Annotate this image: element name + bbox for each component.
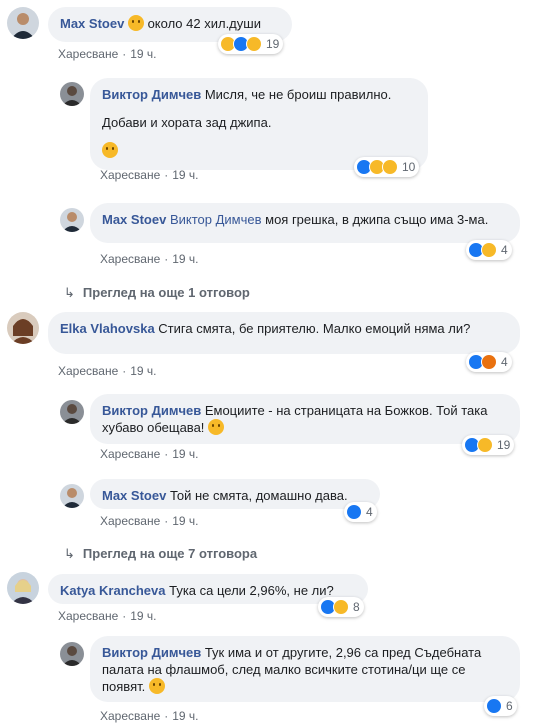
avatar[interactable] (60, 642, 84, 666)
reaction-count: 8 (353, 600, 360, 614)
comment-text: Той не смята, домашно дава. (169, 488, 348, 503)
avatar[interactable] (60, 208, 84, 232)
comment-author[interactable]: Виктор Димчев (102, 645, 201, 660)
reaction-summary[interactable]: 4 (466, 352, 512, 372)
view-more-label[interactable]: Преглед на още 1 отговор (83, 285, 250, 300)
comment-text: Тука са цели 2,96%, не ли? (169, 583, 334, 598)
reaction-summary[interactable]: 10 (354, 157, 420, 177)
reaction-summary[interactable]: 4 (344, 502, 377, 522)
comment-author[interactable]: Max Stoev (102, 212, 166, 227)
avatar[interactable] (7, 312, 39, 344)
comment-author[interactable]: Max Stoev (60, 16, 124, 31)
comment-text: около 42 хил.души (147, 16, 261, 31)
like-link[interactable]: Харесване (100, 447, 160, 461)
reply-arrow-icon: ↳ (64, 285, 75, 300)
reaction-count: 19 (266, 37, 280, 51)
timestamp[interactable]: 19 ч. (172, 709, 198, 723)
like-link[interactable]: Харесване (100, 252, 160, 266)
reaction-summary[interactable]: 8 (318, 597, 364, 617)
angry-icon (481, 354, 497, 370)
mention-link[interactable]: Виктор Димчев (170, 212, 262, 227)
smile-emoji-icon (208, 419, 225, 435)
comment-bubble: Max Stoev Виктор Димчев моя грешка, в дж… (90, 203, 520, 243)
comment-bubble: Elka Vlahovska Стига смята, бе приятелю.… (48, 312, 520, 354)
timestamp[interactable]: 19 ч. (130, 47, 156, 61)
view-more-replies[interactable]: ↳ Преглед на още 7 отговора (64, 546, 257, 562)
timestamp[interactable]: 19 ч. (172, 447, 198, 461)
comment-author[interactable]: Max Stoev (102, 488, 166, 503)
comment-text-line2: Добави и хората зад джипа. (102, 115, 272, 130)
care-icon (382, 159, 398, 175)
comment-bubble: Виктор Димчев Емоциите - на страницата н… (90, 394, 520, 444)
reaction-summary[interactable]: 19 (218, 34, 284, 54)
avatar[interactable] (60, 82, 84, 106)
comment-text: Мисля, че не броиш правилно. (204, 87, 392, 102)
reaction-count: 19 (497, 438, 511, 452)
comment-author[interactable]: Elka Vlahovska (60, 321, 155, 336)
smile-emoji-icon (102, 142, 118, 158)
comment-meta: Харесване · 19 ч. (100, 252, 199, 266)
comment-bubble: Max Stoev Той не смята, домашно дава. (90, 479, 380, 509)
comment-meta: Харесване · 19 ч. (58, 609, 157, 623)
timestamp[interactable]: 19 ч. (172, 168, 198, 182)
haha-icon (477, 437, 493, 453)
timestamp[interactable]: 19 ч. (172, 514, 198, 528)
like-link[interactable]: Харесване (58, 364, 118, 378)
like-icon (486, 698, 502, 714)
comment-text: Стига смята, бе приятелю. Малко емоций н… (158, 321, 471, 336)
reaction-count: 4 (366, 505, 373, 519)
timestamp[interactable]: 19 ч. (130, 609, 156, 623)
haha-icon (481, 242, 497, 258)
thinking-emoji-icon (127, 15, 144, 31)
like-link[interactable]: Харесване (100, 168, 160, 182)
reply-arrow-icon: ↳ (64, 546, 75, 561)
comment-meta: Харесване · 19 ч. (100, 514, 199, 528)
like-icon (346, 504, 362, 520)
timestamp[interactable]: 19 ч. (130, 364, 156, 378)
reaction-summary[interactable]: 4 (466, 240, 512, 260)
avatar[interactable] (7, 7, 39, 39)
comment-author[interactable]: Виктор Димчев (102, 403, 201, 418)
view-more-replies[interactable]: ↳ Преглед на още 1 отговор (64, 285, 250, 301)
reaction-count: 6 (506, 699, 513, 713)
avatar[interactable] (60, 400, 84, 424)
reaction-summary[interactable]: 6 (484, 696, 517, 716)
reaction-count: 10 (402, 160, 416, 174)
comment-meta: Харесване · 19 ч. (100, 709, 199, 723)
wow-icon (246, 36, 262, 52)
reaction-count: 4 (501, 355, 508, 369)
view-more-label[interactable]: Преглед на още 7 отговора (83, 546, 257, 561)
avatar[interactable] (60, 484, 84, 508)
like-link[interactable]: Харесване (58, 609, 118, 623)
avatar[interactable] (7, 572, 39, 604)
comment-meta: Харесване · 19 ч. (100, 447, 199, 461)
comment-author[interactable]: Katya Krancheva (60, 583, 166, 598)
reaction-summary[interactable]: 19 (462, 435, 515, 455)
like-link[interactable]: Харесване (100, 514, 160, 528)
haha-icon (333, 599, 349, 615)
comment-meta: Харесване · 19 ч. (58, 47, 157, 61)
like-link[interactable]: Харесване (100, 709, 160, 723)
reaction-count: 4 (501, 243, 508, 257)
comment-author[interactable]: Виктор Димчев (102, 87, 201, 102)
comment-bubble: Виктор Димчев Тук има и от другите, 2,96… (90, 636, 520, 702)
like-link[interactable]: Харесване (58, 47, 118, 61)
comment-text: моя грешка, в джипа също има 3-ма. (265, 212, 489, 227)
smile-emoji-icon (148, 678, 165, 694)
comment-meta: Харесване · 19 ч. (58, 364, 157, 378)
timestamp[interactable]: 19 ч. (172, 252, 198, 266)
comment-meta: Харесване · 19 ч. (100, 168, 199, 182)
